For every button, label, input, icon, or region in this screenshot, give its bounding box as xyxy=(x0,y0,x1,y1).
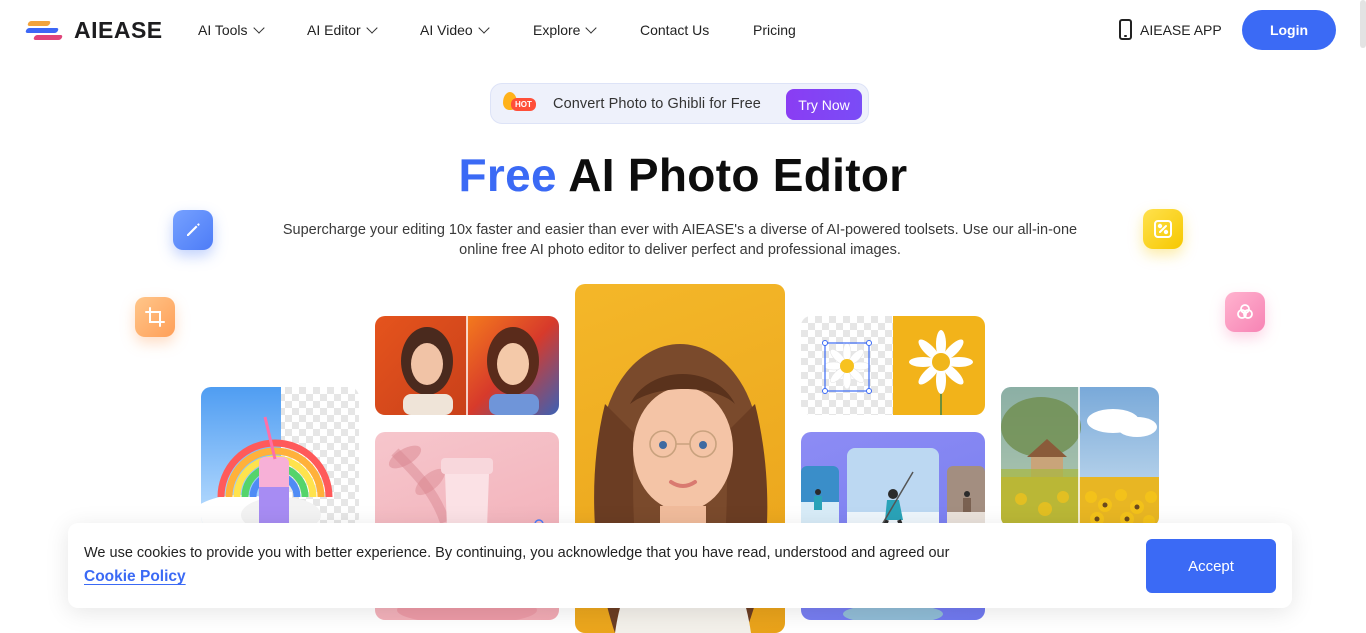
nav-explore[interactable]: Explore xyxy=(533,22,598,38)
app-label: AIEASE APP xyxy=(1140,21,1222,38)
nav-contact-us[interactable]: Contact Us xyxy=(640,22,709,38)
cottage-sunflower-image xyxy=(1001,387,1159,527)
phone-icon xyxy=(1119,19,1132,40)
page-title: Free AI Photo Editor xyxy=(0,148,1366,202)
pencil-icon xyxy=(173,210,213,250)
nav-label: Pricing xyxy=(753,22,796,38)
accept-cookies-button[interactable]: Accept xyxy=(1146,539,1276,593)
cookie-message: We use cookies to provide you with bette… xyxy=(84,545,950,561)
nav-ai-tools[interactable]: AI Tools xyxy=(198,22,265,38)
nav-label: Explore xyxy=(533,22,581,38)
hot-label: HOT xyxy=(511,97,536,111)
cookie-banner: We use cookies to provide you with bette… xyxy=(68,523,1292,608)
brand-logo[interactable]: AIEASE xyxy=(24,17,163,44)
title-accent: Free xyxy=(458,149,557,201)
scrollbar-thumb[interactable] xyxy=(1360,0,1366,48)
hot-badge: HOT xyxy=(503,91,545,114)
chevron-down-icon xyxy=(478,22,490,34)
nav-label: AI Tools xyxy=(198,22,248,38)
site-header: AIEASE AI Tools AI Editor AI Video Explo… xyxy=(0,0,1366,62)
hero-subtitle: Supercharge your editing 10x faster and … xyxy=(282,222,1078,258)
app-download-link[interactable]: AIEASE APP xyxy=(1119,19,1222,40)
title-rest: AI Photo Editor xyxy=(556,149,908,201)
chevron-down-icon xyxy=(252,22,265,34)
nav-ai-editor[interactable]: AI Editor xyxy=(307,22,378,38)
rainbow-drink-image xyxy=(201,387,359,527)
overlap-circles-icon xyxy=(1225,292,1265,332)
portrait-painting-image xyxy=(375,316,559,415)
chevron-down-icon xyxy=(366,22,378,34)
brand-name: AIEASE xyxy=(74,17,163,43)
nav-label: AI Editor xyxy=(307,22,361,38)
nav-label: Contact Us xyxy=(640,22,710,38)
logo-icon xyxy=(24,18,64,44)
try-now-button[interactable]: Try Now xyxy=(786,89,862,120)
nav-label: AI Video xyxy=(420,22,473,38)
promo-text: Convert Photo to Ghibli for Free xyxy=(553,95,761,112)
nav-pricing[interactable]: Pricing xyxy=(753,22,796,38)
daisy-cutout-image xyxy=(801,316,985,415)
crop-icon xyxy=(135,297,175,337)
chevron-down-icon xyxy=(585,22,598,34)
nav-ai-video[interactable]: AI Video xyxy=(420,22,490,38)
login-button[interactable]: Login xyxy=(1242,10,1336,50)
ai-sparkle-icon xyxy=(1143,209,1183,249)
promo-banner[interactable]: HOT Convert Photo to Ghibli for Free Try… xyxy=(490,83,869,124)
cookie-policy-link[interactable]: Cookie Policy xyxy=(84,568,186,586)
